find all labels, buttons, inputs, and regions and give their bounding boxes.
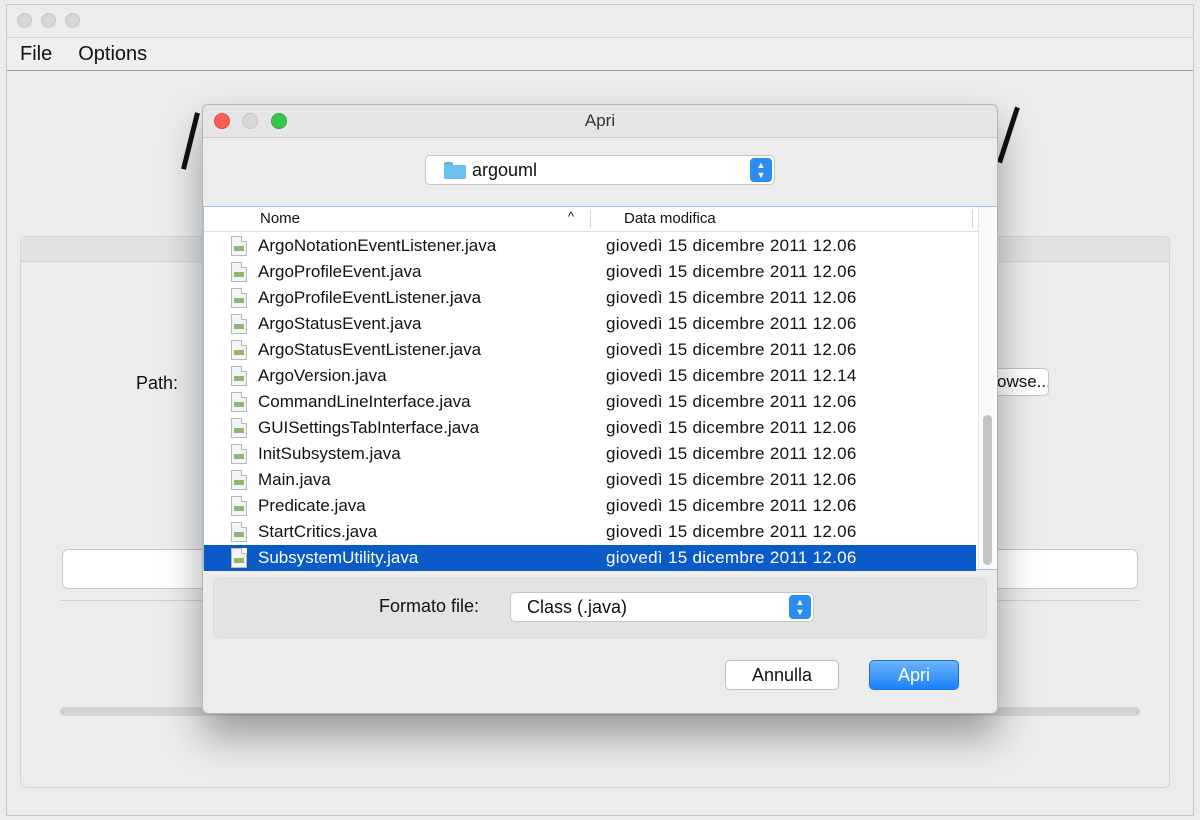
close-window-icon[interactable] xyxy=(17,13,32,28)
file-row[interactable]: StartCritics.java giovedì 15 dicembre 201… xyxy=(204,519,976,545)
format-value: Class (.java) xyxy=(527,597,628,617)
folder-dropdown[interactable]: argouml ▲ ▼ xyxy=(425,155,775,185)
menu-file[interactable]: File xyxy=(7,43,65,66)
list-header: Nome ^ Data modifica xyxy=(204,207,997,232)
file-date: giovedì 15 dicembre 2011 12.06 xyxy=(606,444,857,463)
scrollbar-thumb[interactable] xyxy=(983,415,992,565)
java-file-icon xyxy=(231,314,247,334)
file-row[interactable]: ArgoNotationEventListener.java giovedì 15… xyxy=(204,233,976,259)
file-name: ArgoStatusEvent.java xyxy=(258,314,422,333)
column-header-name[interactable]: Nome xyxy=(260,210,300,227)
format-label: Formato file: xyxy=(379,596,480,616)
file-rows: ArgoNotationEventListener.java giovedì 15… xyxy=(204,233,976,571)
file-row[interactable]: ArgoStatusEventListener.java giovedì 15 d… xyxy=(204,337,976,363)
java-file-icon xyxy=(231,496,247,516)
file-list: Nome ^ Data modifica ArgoNotationEventLi… xyxy=(203,206,997,571)
column-header-date[interactable]: Data modifica xyxy=(624,210,716,227)
sort-ascending-icon: ^ xyxy=(568,209,575,224)
file-name: ArgoProfileEvent.java xyxy=(258,262,422,281)
file-name: CommandLineInterface.java xyxy=(258,392,471,411)
file-date: giovedì 15 dicembre 2011 12.06 xyxy=(606,236,857,255)
file-row[interactable]: ArgoProfileEventListener.java giovedì 15 … xyxy=(204,285,976,311)
file-name: InitSubsystem.java xyxy=(258,444,401,463)
cancel-button[interactable]: Annulla xyxy=(725,660,839,690)
java-file-icon xyxy=(231,548,247,568)
folder-name: argouml xyxy=(472,160,538,180)
file-date: giovedì 15 dicembre 2011 12.06 xyxy=(606,522,857,541)
file-row[interactable]: ArgoVersion.java giovedì 15 dicembre 2011… xyxy=(204,363,976,389)
file-date: giovedì 15 dicembre 2011 12.06 xyxy=(606,288,857,307)
file-date: giovedì 15 dicembre 2011 12.06 xyxy=(606,392,857,411)
file-name: SubsystemUtility.java xyxy=(258,548,419,567)
format-panel: Formato file: Class (.java) ▲ ▼ xyxy=(213,578,987,638)
java-file-icon xyxy=(231,262,247,282)
dropdown-stepper-icon: ▲ ▼ xyxy=(750,158,772,182)
file-row[interactable]: SubsystemUtility.java giovedì 15 dicembre… xyxy=(204,545,976,571)
java-file-icon xyxy=(231,340,247,360)
java-file-icon xyxy=(231,392,247,412)
open-button[interactable]: Apri xyxy=(869,660,959,690)
java-file-icon xyxy=(231,444,247,464)
menu-options[interactable]: Options xyxy=(65,43,160,66)
folder-icon xyxy=(444,162,466,179)
file-row[interactable]: CommandLineInterface.java giovedì 15 dice… xyxy=(204,389,976,415)
file-date: giovedì 15 dicembre 2011 12.14 xyxy=(606,366,857,385)
file-name: ArgoNotationEventListener.java xyxy=(258,236,497,255)
file-row[interactable]: Predicate.java giovedì 15 dicembre 2011 1… xyxy=(204,493,976,519)
file-name: Predicate.java xyxy=(258,496,366,515)
file-date: giovedì 15 dicembre 2011 12.06 xyxy=(606,418,857,437)
file-name: ArgoVersion.java xyxy=(258,366,387,385)
file-date: giovedì 15 dicembre 2011 12.06 xyxy=(606,496,857,515)
main-titlebar xyxy=(7,5,1193,38)
file-row[interactable]: Main.java giovedì 15 dicembre 2011 12.06 xyxy=(204,467,976,493)
file-date: giovedì 15 dicembre 2011 12.06 xyxy=(606,548,857,567)
file-name: StartCritics.java xyxy=(258,522,378,541)
zoom-window-icon[interactable] xyxy=(65,13,80,28)
java-file-icon xyxy=(231,288,247,308)
java-file-icon xyxy=(231,470,247,490)
vertical-scrollbar[interactable] xyxy=(978,207,997,569)
file-date: giovedì 15 dicembre 2011 12.06 xyxy=(606,262,857,281)
file-row[interactable]: InitSubsystem.java giovedì 15 dicembre 20… xyxy=(204,441,976,467)
file-date: giovedì 15 dicembre 2011 12.06 xyxy=(606,340,857,359)
dialog-titlebar: Apri xyxy=(203,105,997,138)
open-file-dialog: Apri argouml ▲ ▼ Nome ^ Data modifica Arg… xyxy=(202,104,998,714)
dropdown-stepper-icon: ▲ ▼ xyxy=(789,595,811,619)
file-name: ArgoProfileEventListener.java xyxy=(258,288,482,307)
java-file-icon xyxy=(231,418,247,438)
file-row[interactable]: ArgoProfileEvent.java giovedì 15 dicembre… xyxy=(204,259,976,285)
file-date: giovedì 15 dicembre 2011 12.06 xyxy=(606,470,857,489)
file-row[interactable]: ArgoStatusEvent.java giovedì 15 dicembre … xyxy=(204,311,976,337)
column-divider[interactable] xyxy=(972,210,973,228)
dialog-title: Apri xyxy=(584,111,616,130)
java-file-icon xyxy=(231,366,247,386)
column-divider[interactable] xyxy=(590,210,591,228)
java-file-icon xyxy=(231,522,247,542)
file-name: GUISettingsTabInterface.java xyxy=(258,418,480,437)
minimize-window-icon[interactable] xyxy=(41,13,56,28)
file-row[interactable]: GUISettingsTabInterface.java giovedì 15 d… xyxy=(204,415,976,441)
file-date: giovedì 15 dicembre 2011 12.06 xyxy=(606,314,857,333)
format-dropdown[interactable]: Class (.java) ▲ ▼ xyxy=(510,592,814,622)
path-label: Path: xyxy=(136,373,179,393)
file-name: ArgoStatusEventListener.java xyxy=(258,340,482,359)
file-name: Main.java xyxy=(258,470,331,489)
java-file-icon xyxy=(231,236,247,256)
menu-bar: File Options xyxy=(7,38,1193,71)
